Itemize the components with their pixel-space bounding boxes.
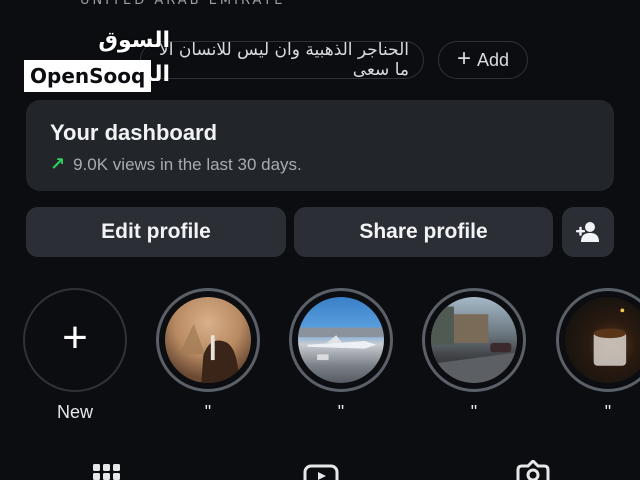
highlight-new[interactable]: + New bbox=[23, 288, 127, 424]
highlight-label: " bbox=[337, 402, 345, 422]
dashboard-subtitle: 9.0K views in the last 30 days. bbox=[73, 154, 302, 174]
add-link-button[interactable]: + Add bbox=[438, 41, 528, 79]
edit-profile-button[interactable]: Edit profile bbox=[26, 207, 286, 257]
add-person-button[interactable] bbox=[562, 207, 614, 257]
highlight-thumbnail-coffee bbox=[565, 297, 640, 383]
highlight-item[interactable]: " bbox=[556, 288, 640, 424]
add-person-icon bbox=[576, 222, 599, 242]
highlight-item[interactable]: " bbox=[422, 288, 526, 424]
edit-profile-label: Edit profile bbox=[101, 220, 211, 243]
profile-tab-bar bbox=[0, 458, 640, 480]
trend-up-icon: ↗ bbox=[50, 154, 66, 174]
reels-icon[interactable] bbox=[303, 460, 339, 480]
share-profile-button[interactable]: Share profile bbox=[294, 207, 553, 257]
plus-icon: + bbox=[456, 44, 471, 72]
profile-link-pill[interactable]: الحناجر الذهبية وان ليس للانسان الا ما س… bbox=[140, 40, 424, 80]
dashboard-title: Your dashboard bbox=[50, 120, 218, 145]
header-caption: UNITED ARAB EMIRATE bbox=[80, 0, 286, 8]
add-link-label: Add bbox=[476, 49, 510, 70]
highlight-item[interactable]: " bbox=[156, 288, 260, 424]
dashboard-card[interactable]: Your dashboard ↗ 9.0K views in the last … bbox=[26, 100, 614, 191]
watermark-arabic: السوق المفتوح bbox=[85, 28, 170, 87]
highlight-new-ring: + bbox=[23, 288, 127, 392]
highlight-thumbnail-airplane bbox=[298, 297, 384, 383]
share-profile-label: Share profile bbox=[359, 220, 488, 243]
opensooq-watermark: السوق المفتوح OpenSooq bbox=[24, 24, 170, 92]
highlight-label: " bbox=[470, 402, 478, 422]
highlight-thumbnail-camel bbox=[165, 297, 251, 383]
highlight-label: New bbox=[56, 402, 93, 422]
profile-link-text: الحناجر الذهبية وان ليس للانسان الا ما س… bbox=[159, 40, 409, 80]
grid-icon[interactable] bbox=[92, 460, 122, 480]
highlight-item[interactable]: " bbox=[289, 288, 393, 424]
highlight-label: " bbox=[604, 402, 612, 422]
plus-icon: + bbox=[62, 313, 88, 362]
watermark-english: OpenSooq bbox=[24, 60, 152, 92]
tagged-icon[interactable] bbox=[514, 460, 552, 480]
dashboard-subtitle-row: ↗ 9.0K views in the last 30 days. bbox=[50, 154, 590, 175]
highlight-thumbnail-street bbox=[431, 297, 517, 383]
highlight-label: " bbox=[204, 402, 212, 422]
